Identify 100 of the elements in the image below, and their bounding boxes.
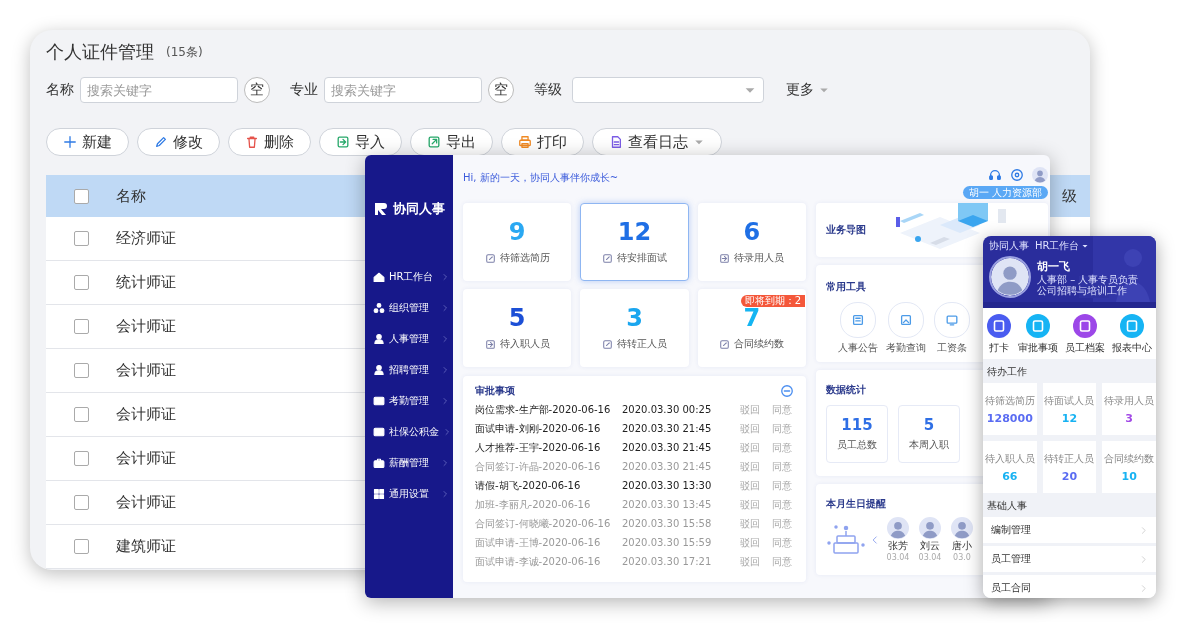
clear-button[interactable]: 空 [488, 77, 514, 103]
checkbox[interactable] [73, 319, 89, 334]
clear-button[interactable]: 空 [244, 77, 270, 103]
chevron-right-icon [441, 272, 449, 281]
checkbox[interactable] [73, 188, 89, 204]
sidebar-item[interactable]: HR工作台 [365, 261, 453, 292]
todo-card[interactable]: 待转正人员 20 [1042, 441, 1097, 493]
sidebar-item[interactable]: 招聘管理 [365, 354, 453, 385]
monitor-icon [945, 313, 959, 327]
app-icon[interactable] [1120, 314, 1145, 338]
chevron-right-icon [441, 396, 449, 405]
toolbar-button[interactable]: 导入 [319, 128, 402, 156]
card-icon [373, 394, 385, 407]
search-field[interactable]: 搜索关键字 [324, 77, 482, 103]
section-title: 待办工作 [986, 365, 1028, 379]
sidebar-item[interactable]: 组织管理 [365, 292, 453, 323]
list-item[interactable]: 编制管理 [983, 517, 1156, 543]
toolbar-button[interactable]: 新建 [46, 128, 129, 156]
checkbox[interactable] [73, 495, 89, 510]
sidebar-item[interactable]: 人事管理 [365, 323, 453, 354]
filter-label: 名称 [46, 81, 74, 99]
todo-card[interactable]: 合同续约数 10 [1102, 441, 1156, 493]
person-icon [373, 332, 385, 345]
table-cell: 会计师证 [116, 493, 176, 512]
todo-card[interactable]: 待录用人员 3 [1102, 383, 1156, 435]
tool-label: 考勤查询 [886, 341, 926, 355]
checkbox[interactable] [73, 539, 89, 554]
toolbar-button[interactable]: 删除 [228, 128, 311, 156]
document-arrow-icon [719, 252, 731, 264]
approval-item[interactable]: 岗位需求-生产部-2020-06-16 [475, 402, 622, 417]
app-icon[interactable] [1073, 314, 1098, 338]
action-label[interactable]: 打卡 [988, 341, 1009, 355]
stat-card[interactable]: 即将到期：2 7 合同续约数 [697, 289, 806, 367]
stat-card[interactable]: 6 待录用人员 [697, 203, 806, 281]
stat-label: 待筛选简历 [499, 251, 550, 265]
stat-card[interactable]: 5 待入职人员 [463, 289, 572, 367]
search-field[interactable]: 搜索关键字 [80, 77, 238, 103]
sidebar-item[interactable]: 社保公积金 [365, 416, 453, 447]
edit-square-icon [602, 338, 613, 350]
stat-card[interactable]: 12 待安排面试 [580, 203, 689, 281]
collapse-icon [780, 384, 794, 398]
pencil-icon [154, 135, 168, 149]
approval-item[interactable]: 人才推荐-王宇-2020-06-16 [475, 440, 622, 455]
grid-icon [373, 487, 385, 500]
toolbar-button[interactable]: 查看日志 [592, 128, 722, 156]
avatar-icon [1032, 167, 1048, 183]
toolbar-button[interactable]: 打印 [501, 128, 584, 156]
todo-value: 3 [1125, 411, 1133, 425]
card-title: 数据统计 [826, 384, 866, 395]
card-icon [373, 425, 385, 438]
approval-item[interactable]: 请假-胡飞-2020-06-16 [475, 478, 622, 493]
action-label[interactable]: 审批事项 [1017, 341, 1058, 355]
toolbar-button[interactable]: 导出 [410, 128, 493, 156]
more-button[interactable]: 更多 [786, 81, 830, 99]
approval-item[interactable]: 面试申请-刘刚-2020-06-16 [475, 421, 622, 436]
stat-card[interactable]: 9 待筛选简历 [463, 203, 572, 281]
checkbox[interactable] [73, 451, 89, 466]
timestamp: 2020.03.30 21:45 [622, 442, 713, 453]
org-chart-icon [373, 301, 385, 314]
app-icon[interactable] [1025, 314, 1050, 338]
chevron-right-icon [441, 489, 449, 498]
stat-card[interactable]: 3 待转正人员 [580, 289, 689, 367]
list-item[interactable]: 员工合同 [983, 575, 1156, 598]
app-icon[interactable] [986, 314, 1011, 338]
chevron-left-icon [870, 534, 880, 545]
caret-icon [1081, 242, 1090, 250]
checkbox[interactable] [73, 407, 89, 422]
chevron-right-icon [441, 303, 449, 312]
card-title: 业务导图 [826, 223, 866, 237]
todo-value: 12 [1061, 411, 1078, 425]
tool-button[interactable] [840, 302, 876, 338]
todo-label: 待筛选简历 [984, 393, 1035, 408]
avatar-icon [989, 256, 1031, 298]
workspace-switcher[interactable]: HR工作台 [1035, 239, 1090, 253]
tool-button[interactable] [934, 302, 970, 338]
dropdown-field[interactable] [572, 77, 764, 103]
todo-card[interactable]: 待面试人员 12 [1042, 383, 1097, 435]
toolbar-button[interactable]: 修改 [137, 128, 220, 156]
sidebar-item[interactable]: 考勤管理 [365, 385, 453, 416]
todo-card[interactable]: 待筛选简历 128000 [983, 383, 1037, 435]
record-count: (15条) [166, 43, 203, 61]
sidebar-item[interactable]: 薪酬管理 [365, 447, 453, 478]
list-item[interactable]: 员工管理 [983, 546, 1156, 572]
action-label[interactable]: 报表中心 [1112, 341, 1153, 355]
chevron-right-icon [443, 427, 451, 436]
todo-card[interactable]: 待入职人员 66 [983, 441, 1037, 493]
person-name: 唐小 [952, 539, 972, 553]
stat-value: 7 [743, 305, 761, 331]
checkbox[interactable] [73, 231, 89, 246]
stat-value: 9 [508, 219, 526, 245]
checkbox[interactable] [73, 363, 89, 378]
logo-icon [373, 201, 389, 217]
checkbox[interactable] [73, 275, 89, 290]
sidebar-item[interactable]: 通用设置 [365, 478, 453, 509]
tool-button[interactable] [888, 302, 924, 338]
action-label[interactable]: 员工档案 [1065, 341, 1106, 355]
timestamp: 2020.03.30 15:59 [622, 537, 713, 548]
document-arrow-icon [336, 135, 350, 149]
chevron-right-icon [441, 458, 449, 467]
help-icon [1010, 168, 1024, 182]
